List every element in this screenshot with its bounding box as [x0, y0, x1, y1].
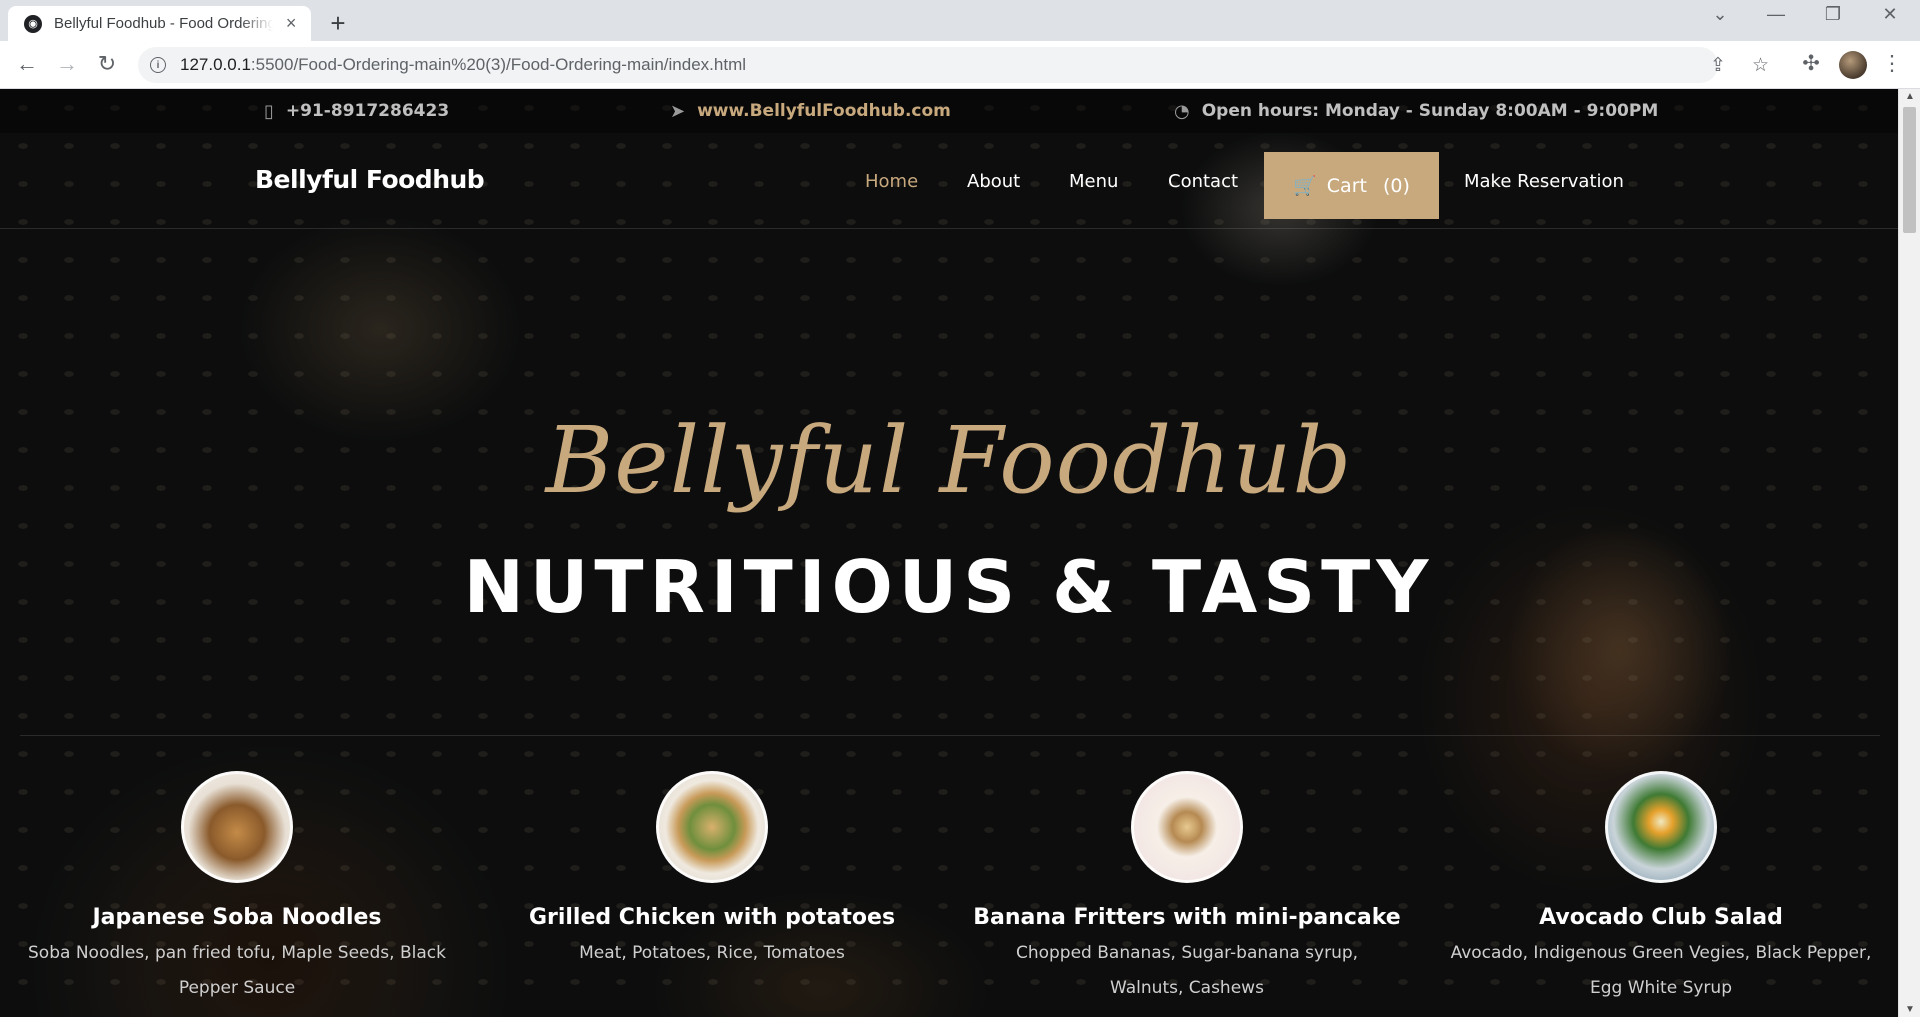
- reload-icon[interactable]: ↻: [93, 51, 121, 77]
- phone-icon: ▯: [264, 100, 274, 122]
- url-path: :5500/Food-Ordering-main%20(3)/Food-Orde…: [250, 55, 747, 74]
- feature-description: Soba Noodles, pan fried tofu, Maple Seed…: [28, 943, 446, 998]
- dish-image-grilled-chicken: [656, 771, 768, 883]
- scroll-up-arrow-icon[interactable]: ▲: [1899, 91, 1920, 102]
- browser-tab[interactable]: ◉ Bellyful Foodhub - Food Ordering ×: [8, 6, 311, 41]
- page-scrollbar[interactable]: ▲ ▼: [1898, 89, 1920, 1017]
- share-icon[interactable]: ⇪: [1710, 54, 1726, 77]
- feature-item[interactable]: Grilled Chicken with potatoes Meat, Pota…: [487, 771, 937, 971]
- clock-icon: ◔: [1174, 100, 1190, 122]
- phone-contact: ▯ +91-8917286423: [264, 101, 449, 122]
- url-host: 127.0.0.1: [180, 55, 251, 74]
- website-link[interactable]: www.BellyfulFoodhub.com: [697, 101, 951, 121]
- page-viewport: ▯ +91-8917286423 ➤ www.BellyfulFoodhub.c…: [0, 89, 1898, 1017]
- nav-about[interactable]: About: [967, 171, 1020, 192]
- url-text[interactable]: 127.0.0.1:5500/Food-Ordering-main%20(3)/…: [180, 55, 746, 75]
- minimize-icon[interactable]: —: [1756, 4, 1796, 25]
- hero-title: NUTRITIOUS & TASTY: [463, 545, 1435, 629]
- feature-title: Grilled Chicken with potatoes: [528, 905, 896, 930]
- cart-label: Cart: [1326, 174, 1367, 197]
- bookmark-star-icon[interactable]: ☆: [1752, 54, 1769, 77]
- feature-title: Avocado Club Salad: [1539, 905, 1783, 930]
- nav-make-reservation[interactable]: Make Reservation: [1464, 171, 1624, 192]
- nav-contact[interactable]: Contact: [1168, 171, 1238, 192]
- main-navbar: Bellyful Foodhub Home About Menu Contact…: [0, 133, 1898, 229]
- site-info-icon[interactable]: i: [150, 57, 166, 73]
- feature-title: Banana Fritters with mini-pancake: [973, 905, 1401, 930]
- new-tab-button[interactable]: +: [324, 8, 352, 39]
- feature-description: Avocado, Indigenous Green Vegies, Black …: [1450, 943, 1872, 998]
- extensions-icon[interactable]: ✣: [1797, 51, 1825, 76]
- cart-count: (0): [1382, 174, 1410, 197]
- hours-text: Open hours: Monday - Sunday 8:00AM - 9:0…: [1201, 101, 1659, 121]
- featured-dishes: Japanese Soba Noodles Soba Noodles, pan …: [0, 771, 1898, 1017]
- feature-item[interactable]: Avocado Club Salad Avocado, Indigenous G…: [1436, 771, 1886, 1006]
- back-arrow-icon[interactable]: ←: [13, 51, 41, 77]
- app-favicon-icon: ◉: [24, 14, 42, 33]
- feature-title: Japanese Soba Noodles: [92, 905, 382, 930]
- tab-search-icon[interactable]: ⌄: [1700, 4, 1740, 25]
- address-bar[interactable]: i 127.0.0.1:5500/Food-Ordering-main%20(3…: [138, 47, 1769, 83]
- browser-menu-icon[interactable]: ⋮: [1878, 51, 1906, 76]
- scroll-down-arrow-icon[interactable]: ▼: [1899, 1004, 1920, 1015]
- tab-title: Bellyful Foodhub - Food Ordering: [54, 15, 274, 32]
- window-close-icon[interactable]: ✕: [1870, 4, 1910, 25]
- profile-avatar[interactable]: [1839, 51, 1867, 79]
- phone-number: +91-8917286423: [285, 101, 450, 121]
- dish-image-avocado-salad: [1605, 771, 1717, 883]
- dish-image-banana-fritters: [1131, 771, 1243, 883]
- feature-description: Chopped Bananas, Sugar-banana syrup, Wal…: [1015, 943, 1359, 998]
- cart-icon: 🛒: [1293, 175, 1317, 197]
- browser-toolbar: ← → ↻ i 127.0.0.1:5500/Food-Ordering-mai…: [0, 41, 1920, 89]
- restore-icon[interactable]: ❐: [1813, 4, 1853, 25]
- hero-divider: [20, 735, 1880, 736]
- browser-tab-strip: ◉ Bellyful Foodhub - Food Ordering × + ⌄…: [0, 0, 1920, 41]
- hero-script-title: Bellyful Foodhub: [545, 407, 1353, 514]
- feature-item[interactable]: Banana Fritters with mini-pancake Choppe…: [962, 771, 1412, 1006]
- feature-item[interactable]: Japanese Soba Noodles Soba Noodles, pan …: [12, 771, 462, 1006]
- tab-close-icon[interactable]: ×: [281, 13, 301, 34]
- scrollbar-thumb[interactable]: [1903, 107, 1916, 233]
- brand-logo[interactable]: Bellyful Foodhub: [255, 165, 485, 194]
- cart-button[interactable]: 🛒 Cart (0): [1264, 152, 1439, 219]
- feature-description: Meat, Potatoes, Rice, Tomatoes: [579, 943, 845, 963]
- nav-menu[interactable]: Menu: [1069, 171, 1118, 192]
- opening-hours: ◔ Open hours: Monday - Sunday 8:00AM - 9…: [1174, 101, 1658, 122]
- send-icon: ➤: [670, 100, 686, 122]
- nav-home[interactable]: Home: [865, 171, 918, 192]
- top-info-bar: ▯ +91-8917286423 ➤ www.BellyfulFoodhub.c…: [0, 89, 1898, 133]
- website-contact: ➤ www.BellyfulFoodhub.com: [670, 101, 951, 122]
- dish-image-soba-noodles: [181, 771, 293, 883]
- forward-arrow-icon[interactable]: →: [53, 51, 81, 77]
